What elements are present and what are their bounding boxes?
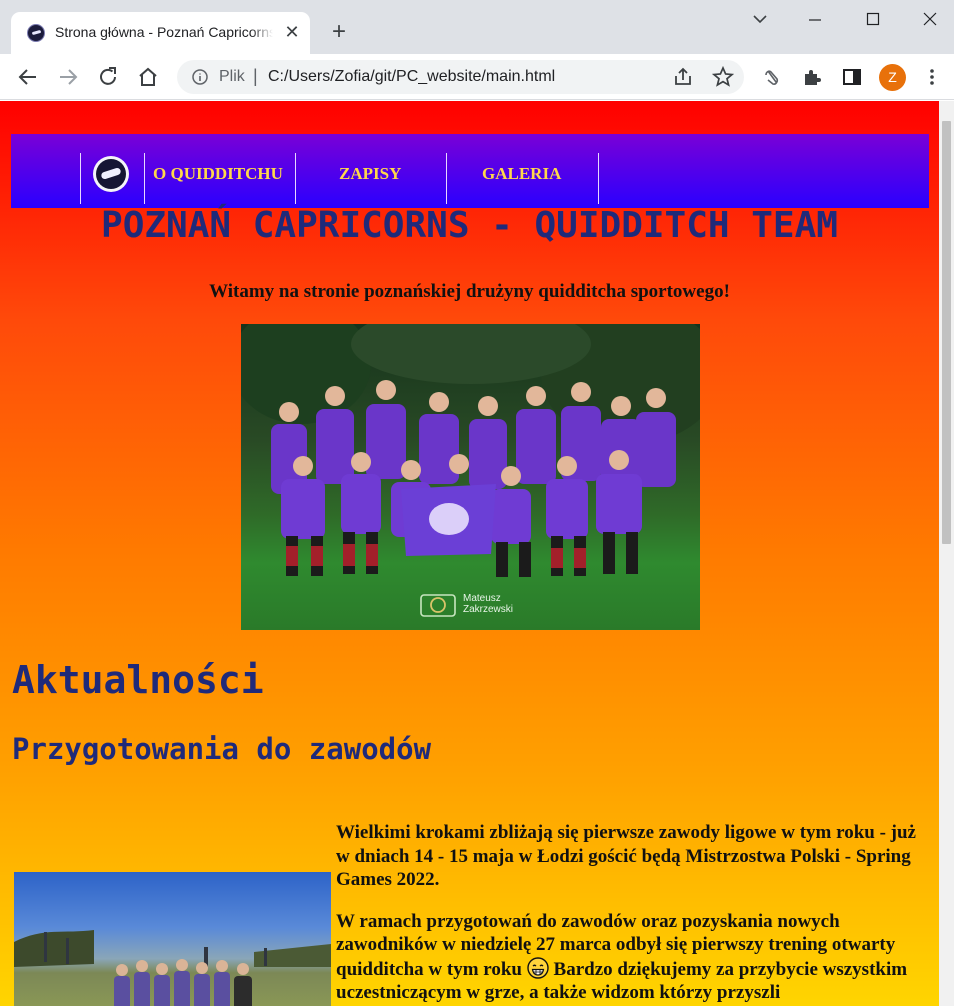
- team-photo: Mateusz Zakrzewski: [241, 324, 700, 630]
- article-heading: Przygotowania do zawodów: [12, 732, 432, 766]
- site-title: POZNAŃ CAPRICORNS - QUIDDITCH TEAM: [101, 205, 838, 246]
- vertical-scrollbar[interactable]: [939, 101, 954, 1006]
- nav-divider: [80, 153, 81, 204]
- window-close-icon[interactable]: [915, 8, 945, 32]
- nav-divider: [295, 153, 296, 204]
- back-icon[interactable]: [16, 65, 40, 89]
- scrollbar-thumb[interactable]: [942, 121, 951, 544]
- profile-avatar[interactable]: Z: [879, 64, 906, 91]
- new-tab-button[interactable]: +: [326, 20, 352, 46]
- share-icon[interactable]: [671, 65, 695, 89]
- news-heading: Aktualności: [12, 658, 264, 702]
- nav-link-galeria[interactable]: GALERIA: [482, 164, 561, 184]
- welcome-text: Witamy na stronie poznańskiej drużyny qu…: [209, 281, 730, 302]
- nav-divider: [598, 153, 599, 204]
- menu-icon[interactable]: [920, 65, 944, 89]
- tab-search-chevron-icon[interactable]: [745, 8, 775, 32]
- article-paragraph: W ramach przygotowań do zawodów oraz poz…: [336, 910, 928, 1005]
- home-icon[interactable]: [136, 65, 160, 89]
- team-photo-figures: [241, 324, 700, 577]
- page-viewport: O QUIDDITCHU ZAPISY GALERIA POZNAŃ CAPRI…: [0, 101, 939, 1006]
- grinning-emoji-icon: [527, 956, 549, 979]
- tab-strip: Strona główna - Poznań Capricorns ✕ +: [0, 0, 954, 54]
- maximize-icon[interactable]: [858, 8, 888, 32]
- scheme-separator: |: [253, 66, 258, 86]
- article-photo: [14, 872, 331, 1006]
- team-logo-icon[interactable]: [93, 156, 129, 192]
- reload-icon[interactable]: [96, 65, 120, 89]
- close-tab-icon[interactable]: ✕: [282, 22, 302, 42]
- camera-logo-icon: [420, 594, 456, 617]
- nav-divider: [144, 153, 145, 204]
- url-text[interactable]: C:/Users/Zofia/git/PC_website/main.html: [268, 68, 555, 86]
- article-paragraph: Wielkimi krokami zbliżają się pierwsze z…: [336, 822, 916, 890]
- nav-link-zapisy[interactable]: ZAPISY: [339, 164, 401, 184]
- extension-hand-icon[interactable]: [760, 65, 784, 89]
- nav-divider: [446, 153, 447, 204]
- star-icon[interactable]: [711, 65, 735, 89]
- sidepanel-icon[interactable]: [840, 65, 864, 89]
- info-icon[interactable]: [192, 69, 208, 85]
- photo-credit-line1: Mateusz: [463, 593, 501, 604]
- photo-credit: Mateusz Zakrzewski: [463, 593, 513, 615]
- active-tab[interactable]: Strona główna - Poznań Capricorns ✕: [11, 12, 310, 54]
- scheme-label: Plik: [219, 68, 245, 85]
- forward-icon[interactable]: [56, 65, 80, 89]
- article-body: Wielkimi krokami zbliżają się pierwsze z…: [336, 821, 928, 1006]
- nav-link-o-quidditchu[interactable]: O QUIDDITCHU: [153, 164, 283, 184]
- browser-toolbar: Plik | C:/Users/Zofia/git/PC_website/mai…: [0, 54, 954, 100]
- minimize-icon[interactable]: [800, 8, 830, 32]
- article-photo-scene: [14, 930, 331, 1006]
- main-nav: O QUIDDITCHU ZAPISY GALERIA: [11, 134, 929, 208]
- photo-credit-line2: Zakrzewski: [463, 604, 514, 615]
- address-bar[interactable]: Plik | C:/Users/Zofia/git/PC_website/mai…: [177, 60, 744, 94]
- puzzle-icon[interactable]: [800, 65, 824, 89]
- tab-title: Strona główna - Poznań Capricorns: [55, 24, 273, 40]
- site-favicon-icon: [27, 24, 45, 42]
